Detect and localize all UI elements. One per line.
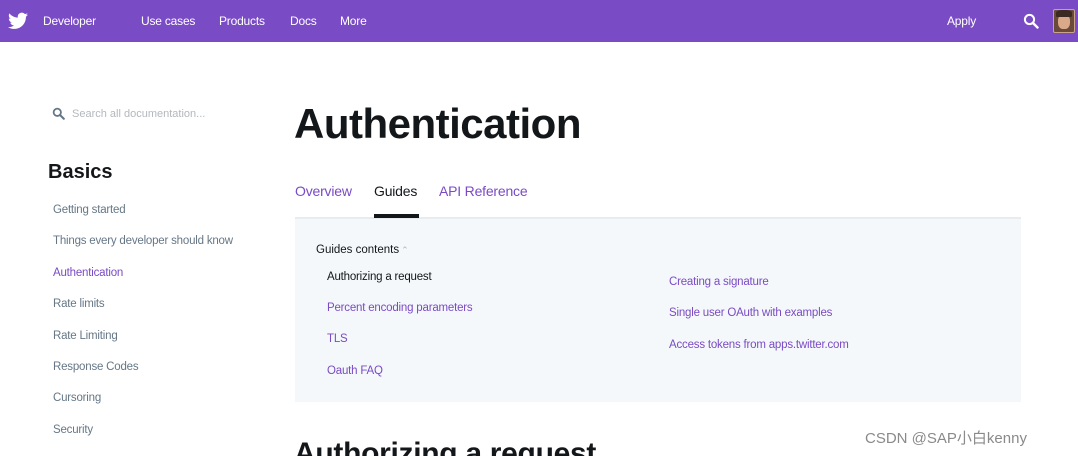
guide-link-creating-a-signature[interactable]: Creating a signature — [669, 276, 769, 288]
sidebar-item-response-codes[interactable]: Response Codes — [53, 361, 233, 392]
page-title: Authentication — [294, 100, 581, 147]
sidebar-nav: Getting started Things every developer s… — [53, 204, 233, 455]
documentation-search[interactable] — [52, 105, 252, 123]
search-input[interactable] — [72, 105, 252, 123]
guide-link-oauth-faq[interactable]: Oauth FAQ — [327, 365, 383, 377]
nav-products[interactable]: Products — [219, 14, 265, 28]
sidebar-item-things-every-developer-should-know[interactable]: Things every developer should know — [53, 235, 233, 266]
tab-guides[interactable]: Guides — [374, 183, 417, 199]
user-avatar[interactable] — [1053, 9, 1075, 33]
chevron-up-icon: ⌃ — [401, 245, 409, 255]
apply-link[interactable]: Apply — [947, 14, 976, 28]
nav-more[interactable]: More — [340, 14, 367, 28]
guides-contents-label: Guides contents — [316, 244, 400, 256]
guide-link-percent-encoding-parameters[interactable]: Percent encoding parameters — [327, 302, 473, 314]
avatar-hair — [1056, 10, 1072, 17]
section-heading: Authorizing a request — [294, 437, 597, 456]
search-icon — [52, 107, 65, 120]
nav-docs[interactable]: Docs — [290, 14, 317, 28]
sidebar-heading: Basics — [48, 161, 113, 183]
sidebar-item-rate-limits[interactable]: Rate limits — [53, 298, 233, 329]
guides-contents-toggle[interactable]: Guides contents ⌃ — [316, 244, 409, 256]
guide-link-single-user-oauth[interactable]: Single user OAuth with examples — [669, 307, 832, 319]
nav-use-cases[interactable]: Use cases — [141, 14, 195, 28]
guide-link-access-tokens[interactable]: Access tokens from apps.twitter.com — [669, 339, 849, 351]
sidebar-item-rate-limiting[interactable]: Rate Limiting — [53, 330, 233, 361]
developer-brand-link[interactable]: Developer — [43, 14, 96, 28]
top-navigation-bar: Developer Use cases Products Docs More A… — [0, 0, 1078, 42]
tab-api-reference[interactable]: API Reference — [439, 183, 528, 199]
tab-overview[interactable]: Overview — [295, 183, 352, 199]
sidebar-item-security[interactable]: Security — [53, 424, 233, 455]
guide-link-authorizing-a-request[interactable]: Authorizing a request — [327, 271, 432, 283]
watermark: CSDN @SAP小白kenny — [865, 430, 1027, 447]
sidebar-item-authentication[interactable]: Authentication — [53, 267, 233, 298]
twitter-bird-icon[interactable] — [8, 12, 28, 30]
search-icon[interactable] — [1023, 13, 1039, 29]
guide-link-tls[interactable]: TLS — [327, 333, 348, 345]
sidebar-item-getting-started[interactable]: Getting started — [53, 204, 233, 235]
active-tab-indicator — [374, 214, 419, 218]
sidebar-item-cursoring[interactable]: Cursoring — [53, 392, 233, 423]
